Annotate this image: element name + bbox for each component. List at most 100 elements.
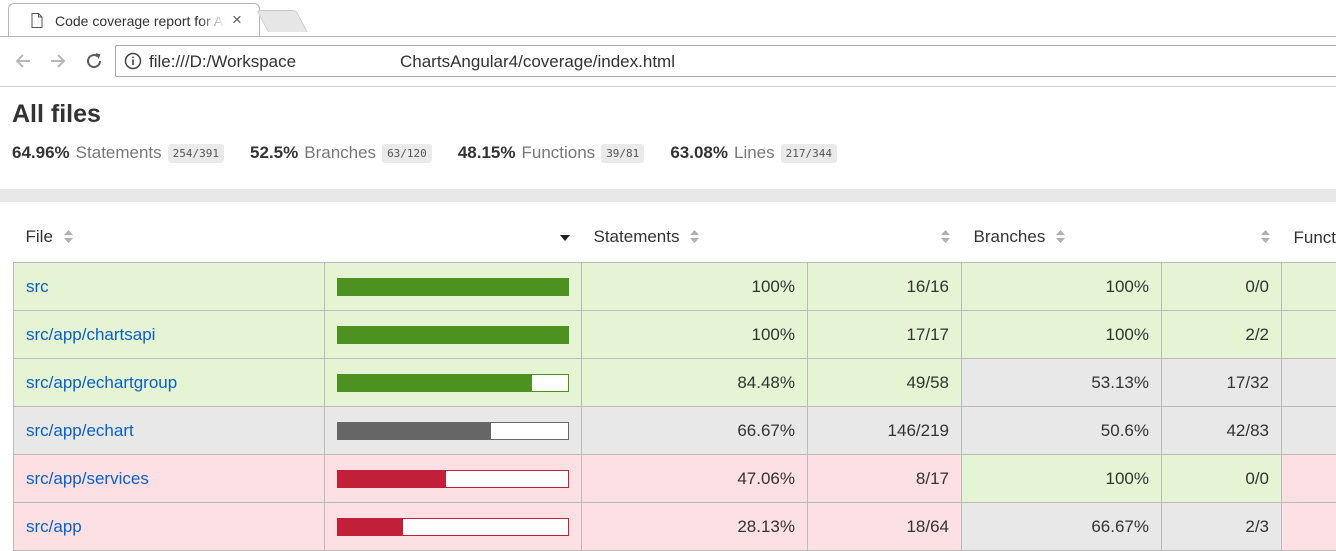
column-label: Statements [593,227,680,247]
column-label: Functions [1293,227,1336,247]
summary-statements: 64.96% Statements 254/391 [12,143,225,163]
statements-pct-cell: 100% [581,310,808,359]
browser-toolbar: file:///D:/Workspace ChartsAngular4/cove… [0,37,1336,87]
summary-label: Statements [75,143,162,162]
coverage-bar [337,325,569,344]
summary-fraction: 254/391 [167,143,225,163]
file-link[interactable]: src/app/echartgroup [26,373,177,392]
functions-pct-cell [1281,502,1336,551]
table-row: src 100% 16/16 100% 0/0 [13,262,1336,311]
sort-icon[interactable] [63,228,73,248]
table-header-row: File Statements Branches Funct [13,213,1336,263]
file-cell: src/app/services [13,454,325,503]
branches-fraction-cell: 0/0 [1161,262,1282,311]
file-cell: src/app/chartsapi [13,310,325,359]
statements-fraction-cell: 8/17 [807,454,962,503]
branches-fraction-cell: 0/0 [1161,454,1282,503]
browser-tabstrip: Code coverage report for All files × [0,0,1336,37]
statements-pct-cell: 47.06% [581,454,808,503]
file-link[interactable]: src/app/chartsapi [26,325,155,344]
functions-pct-cell [1281,358,1336,407]
coverage-bar-fill [338,326,568,343]
statements-pct-cell: 100% [581,262,808,311]
coverage-bar [337,421,569,440]
column-header-statements-raw[interactable] [807,213,962,263]
statements-fraction-cell: 49/58 [807,358,962,407]
statements-pct-cell: 84.48% [581,358,808,407]
summary-label: Functions [521,143,596,162]
statements-fraction-cell: 18/64 [807,502,962,551]
table-row: src/app 28.13% 18/64 66.67% 2/3 [13,502,1336,551]
coverage-bar-fill [338,470,447,487]
sort-icon[interactable] [1260,228,1270,248]
file-link[interactable]: src/app/echart [26,421,134,440]
file-cell: src [13,262,325,311]
url-text-end: ChartsAngular4/coverage/index.html [400,52,675,71]
coverage-bar-cell [324,406,582,455]
browser-tab-active[interactable]: Code coverage report for All files × [8,3,260,37]
table-row: src/app/chartsapi 100% 17/17 100% 2/2 [13,310,1336,359]
branches-pct-cell: 53.13% [961,358,1162,407]
column-header-functions[interactable]: Functions [1281,213,1336,263]
summary-lines: 63.08% Lines 217/344 [670,143,837,163]
branches-fraction-cell: 2/2 [1161,310,1282,359]
coverage-bar [337,277,569,296]
summary-pct: 48.15% [457,143,516,162]
summary-functions: 48.15% Functions 39/81 [458,143,645,163]
branches-pct-cell: 100% [961,454,1162,503]
branches-fraction-cell: 17/32 [1161,358,1282,407]
sort-icon[interactable] [690,228,700,248]
branches-pct-cell: 100% [961,262,1162,311]
statements-fraction-cell: 16/16 [807,262,962,311]
summary-fraction: 217/344 [780,143,837,163]
column-header-file[interactable]: File [13,213,325,263]
coverage-bar [337,469,569,488]
summary-label: Branches [304,143,377,162]
address-bar[interactable]: file:///D:/Workspace ChartsAngular4/cove… [115,45,1336,77]
column-header-file-bar[interactable] [324,213,582,263]
file-link[interactable]: src/app/services [26,469,149,488]
summary-fraction: 39/81 [601,143,645,163]
summary-label: Lines [733,143,775,162]
new-tab-button[interactable] [256,10,308,32]
table-row: src/app/echartgroup 84.48% 49/58 53.13% … [13,358,1336,407]
summary-pct: 63.08% [670,143,728,162]
forward-arrow-icon[interactable] [47,50,69,72]
branches-fraction-cell: 42/83 [1161,406,1282,455]
statements-pct-cell: 66.67% [581,406,808,455]
coverage-bar [337,517,569,536]
file-cell: src/app/echartgroup [13,358,325,407]
column-label: Branches [973,227,1046,247]
coverage-bar-cell [324,502,582,551]
branches-pct-cell: 66.67% [961,502,1162,551]
branches-pct-cell: 100% [961,310,1162,359]
statements-fraction-cell: 146/219 [807,406,962,455]
coverage-bar-fill [338,374,533,391]
reload-icon[interactable] [83,50,105,72]
info-icon[interactable] [124,52,142,75]
back-arrow-icon[interactable] [12,50,34,72]
table-row: src/app/echart 66.67% 146/219 50.6% 42/8… [13,406,1336,455]
summary-branches: 52.5% Branches 63/120 [250,143,432,163]
branches-fraction-cell: 2/3 [1161,502,1282,551]
status-line-separator [0,189,1336,202]
file-link[interactable]: src/app [26,517,82,536]
column-header-branches-raw[interactable] [1161,213,1282,263]
tab-close-icon[interactable]: × [228,10,246,30]
coverage-bar-fill [338,422,492,439]
summary-pct: 64.96% [12,143,70,162]
branches-pct-cell: 50.6% [961,406,1162,455]
sort-icon[interactable] [940,228,950,248]
file-link[interactable]: src [26,277,49,296]
coverage-bar-fill [338,518,403,535]
column-header-branches[interactable]: Branches [961,213,1162,263]
statements-pct-cell: 28.13% [581,502,808,551]
column-header-statements[interactable]: Statements [581,213,808,263]
coverage-bar-cell [324,358,582,407]
table-row: src/app/services 47.06% 8/17 100% 0/0 [13,454,1336,503]
sort-icon[interactable] [1056,228,1066,248]
functions-pct-cell [1281,310,1336,359]
sort-descending-icon[interactable] [559,235,570,242]
url-redaction [302,48,402,74]
coverage-bar-fill [338,278,568,295]
